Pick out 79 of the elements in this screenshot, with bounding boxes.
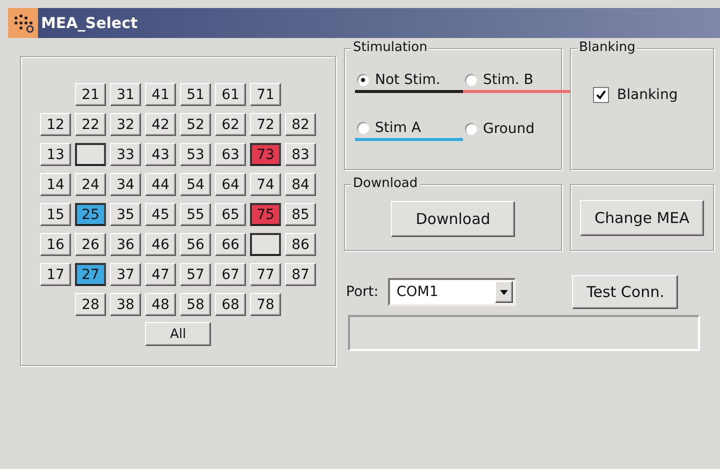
electrode-button[interactable]: 31 <box>110 83 141 106</box>
electrode-button[interactable]: 12 <box>40 113 71 136</box>
electrode-button[interactable]: 83 <box>285 143 316 166</box>
test-connection-button[interactable]: Test Conn. <box>572 275 678 309</box>
electrode-button[interactable]: 67 <box>215 263 246 286</box>
electrode-button[interactable]: 73 <box>250 143 281 166</box>
electrode-button[interactable]: 56 <box>180 233 211 256</box>
electrode-button[interactable]: 36 <box>110 233 141 256</box>
electrode-button[interactable]: 28 <box>75 293 106 316</box>
electrode-button[interactable]: 16 <box>40 233 71 256</box>
electrode-button[interactable]: 64 <box>215 173 246 196</box>
electrode-button[interactable]: 75 <box>250 203 281 226</box>
blanking-checkbox[interactable]: Blanking <box>593 87 678 103</box>
electrode-button[interactable]: 21 <box>75 83 106 106</box>
checkbox-icon[interactable] <box>593 87 609 103</box>
electrode-button[interactable]: 57 <box>180 263 211 286</box>
window-title: MEA_Select <box>41 14 138 32</box>
electrode-button[interactable]: 44 <box>145 173 176 196</box>
electrode-button[interactable]: 86 <box>285 233 316 256</box>
electrode-button[interactable]: 65 <box>215 203 246 226</box>
electrode-button[interactable]: 13 <box>40 143 71 166</box>
electrode-button[interactable]: 51 <box>180 83 211 106</box>
app-icon <box>8 8 38 38</box>
electrode-button[interactable]: 78 <box>250 293 281 316</box>
electrode-button[interactable]: 74 <box>250 173 281 196</box>
electrode-button[interactable]: 72 <box>250 113 281 136</box>
electrode-button[interactable]: 38 <box>110 293 141 316</box>
electrode-button[interactable]: 87 <box>285 263 316 286</box>
electrode-button[interactable]: 25 <box>75 203 106 226</box>
electrode-button[interactable]: 68 <box>215 293 246 316</box>
electrode-button[interactable]: 71 <box>250 83 281 106</box>
electrode-button[interactable]: 22 <box>75 113 106 136</box>
all-button[interactable]: All <box>145 322 211 346</box>
radio-button[interactable] <box>357 74 369 86</box>
electrode-button[interactable]: 14 <box>40 173 71 196</box>
radio-option[interactable]: Stim. B <box>463 69 571 93</box>
electrode-button[interactable]: 53 <box>180 143 211 166</box>
electrode-button[interactable]: 48 <box>145 293 176 316</box>
electrode-button[interactable] <box>250 233 281 256</box>
electrode-button[interactable]: 24 <box>75 173 106 196</box>
electrode-button[interactable]: 26 <box>75 233 106 256</box>
electrode-button[interactable]: 47 <box>145 263 176 286</box>
electrode-button[interactable]: 77 <box>250 263 281 286</box>
electrode-button[interactable]: 45 <box>145 203 176 226</box>
electrode-button[interactable]: 63 <box>215 143 246 166</box>
electrode-button[interactable]: 46 <box>145 233 176 256</box>
electrode-button[interactable]: 15 <box>40 203 71 226</box>
electrode-button[interactable]: 58 <box>180 293 211 316</box>
radio-option[interactable]: Not Stim. <box>355 69 463 93</box>
electrode-button[interactable]: 55 <box>180 203 211 226</box>
electrode-button[interactable]: 84 <box>285 173 316 196</box>
electrode-button[interactable]: 54 <box>180 173 211 196</box>
electrode-button[interactable]: 62 <box>215 113 246 136</box>
electrode-button[interactable]: 85 <box>285 203 316 226</box>
radio-button[interactable] <box>465 123 477 135</box>
radio-option[interactable]: Ground <box>463 117 571 141</box>
electrode-button[interactable]: 52 <box>180 113 211 136</box>
electrode-button[interactable]: 32 <box>110 113 141 136</box>
port-label: Port: <box>346 284 378 300</box>
electrode-button[interactable]: 27 <box>75 263 106 286</box>
group-title: Blanking <box>577 40 638 56</box>
electrode-button[interactable]: 61 <box>215 83 246 106</box>
electrode-button[interactable]: 35 <box>110 203 141 226</box>
electrode-button[interactable]: 34 <box>110 173 141 196</box>
change-mea-button[interactable]: Change MEA <box>580 200 704 236</box>
download-button[interactable]: Download <box>391 201 515 237</box>
radio-button[interactable] <box>357 122 369 134</box>
electrode-button[interactable]: 43 <box>145 143 176 166</box>
radio-option[interactable]: Stim A <box>355 117 463 141</box>
electrode-button[interactable]: 66 <box>215 233 246 256</box>
port-dropdown[interactable]: COM1 <box>388 278 516 306</box>
electrode-button[interactable]: 33 <box>110 143 141 166</box>
electrode-button[interactable]: 42 <box>145 113 176 136</box>
electrode-button[interactable]: 82 <box>285 113 316 136</box>
radio-button[interactable] <box>465 74 477 86</box>
electrode-button[interactable] <box>75 143 106 166</box>
electrode-button[interactable]: 17 <box>40 263 71 286</box>
electrode-button[interactable]: 41 <box>145 83 176 106</box>
electrode-button[interactable]: 37 <box>110 263 141 286</box>
